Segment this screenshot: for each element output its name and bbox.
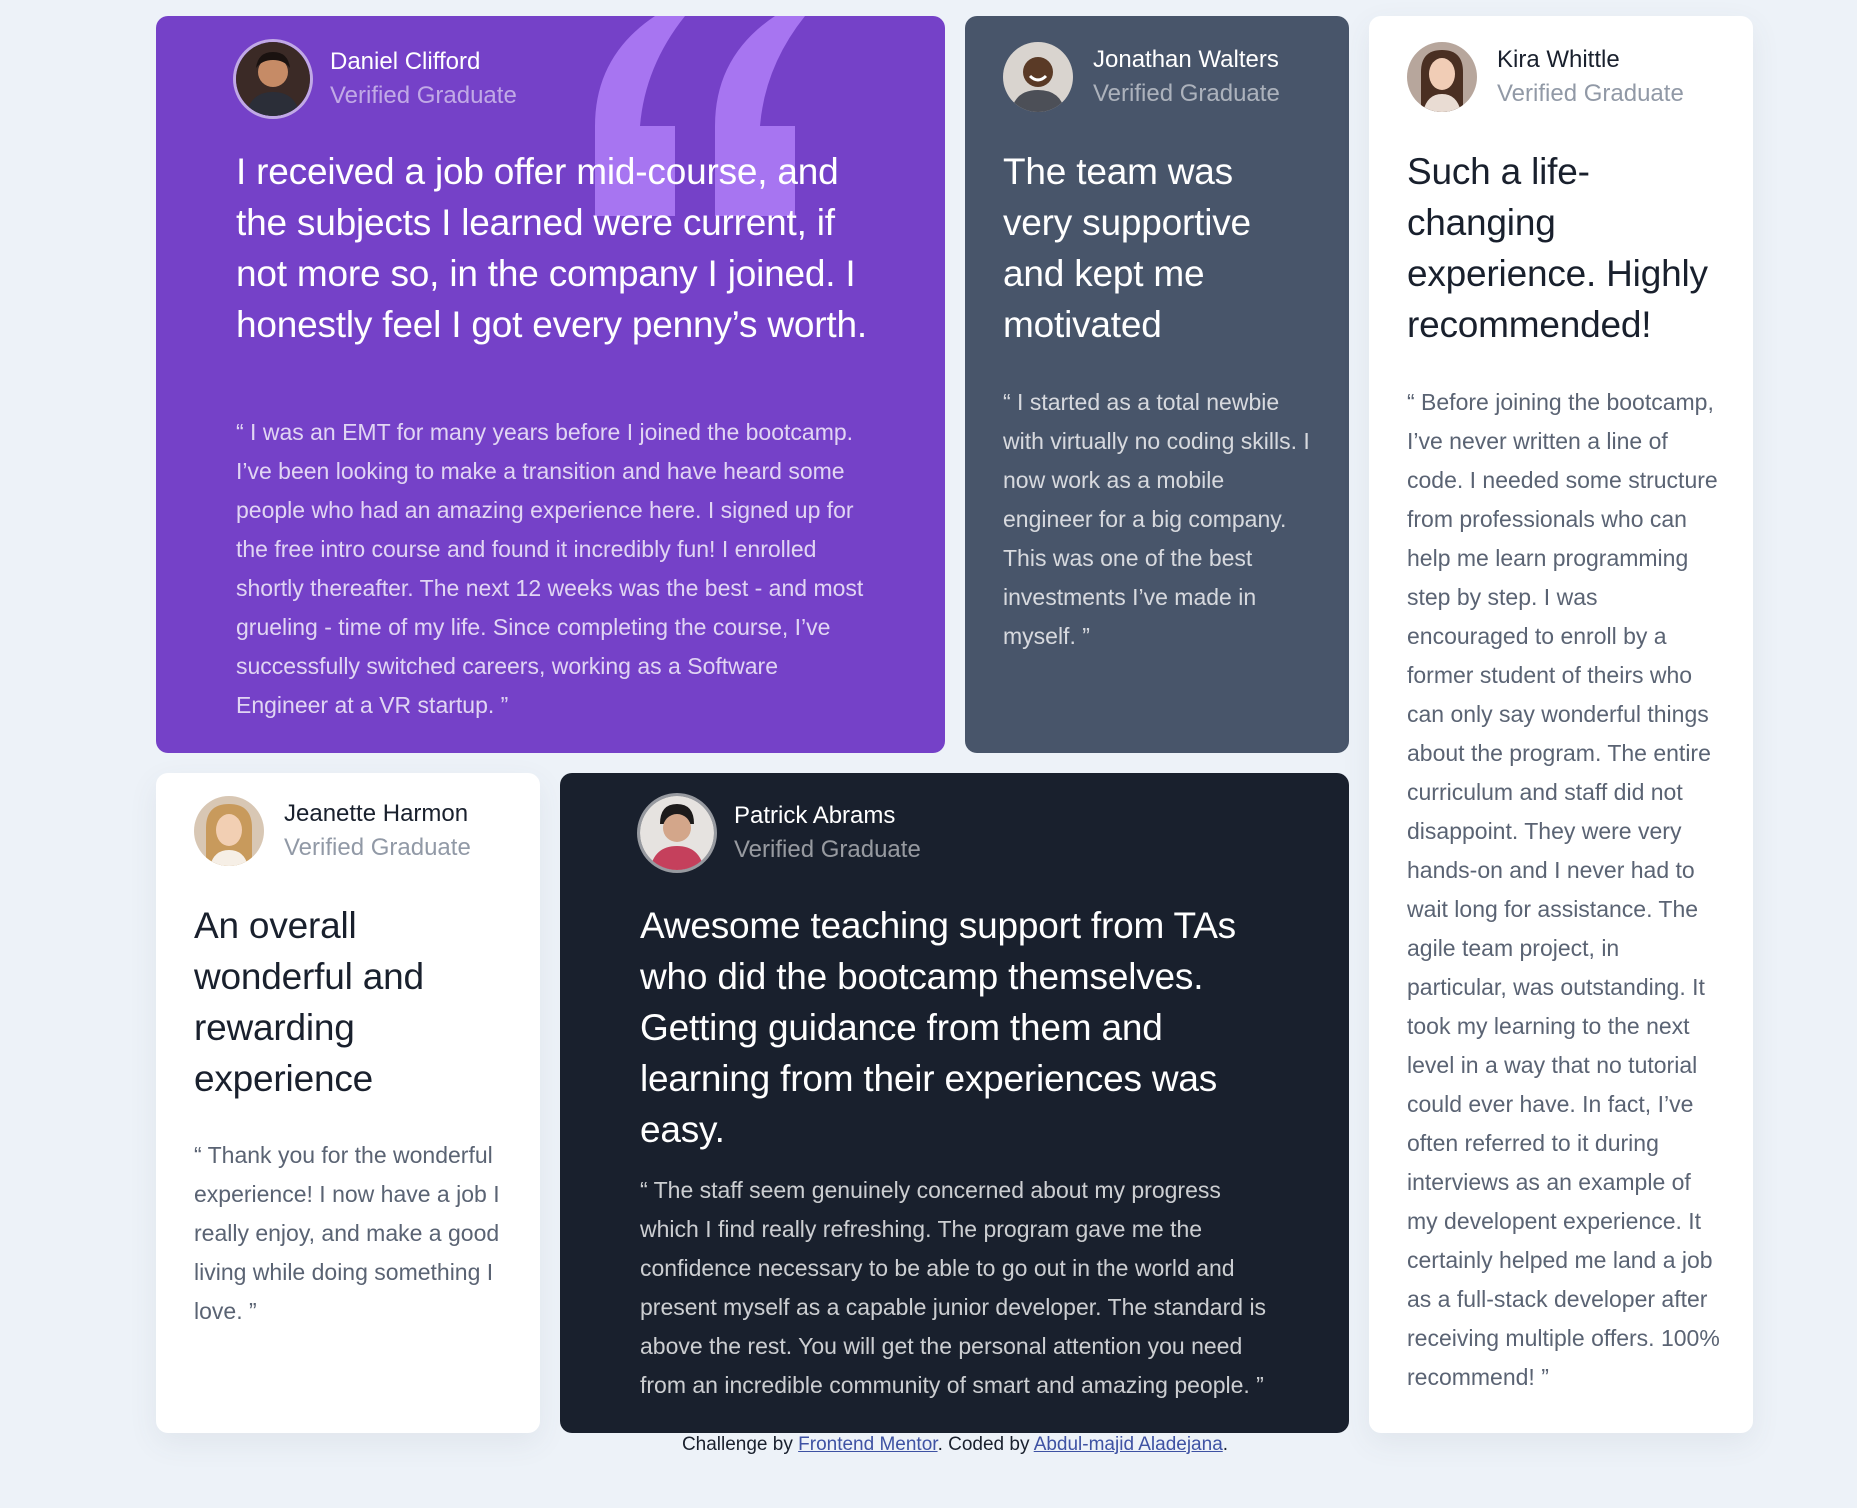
author-header: Kira Whittle Verified Graduate bbox=[1407, 42, 1684, 112]
testimonial-headline: I received a job offer mid-course, and t… bbox=[236, 151, 867, 345]
author-header: Daniel Clifford Verified Graduate bbox=[236, 42, 517, 116]
author-name: Jeanette Harmon bbox=[284, 800, 469, 827]
author-link[interactable]: Abdul-majid Aladejana bbox=[1034, 1434, 1223, 1455]
testimonial-card-patrick: Patrick Abrams Verified Graduate Awesome… bbox=[560, 773, 1349, 1433]
testimonial-headline: An overall wonderful and rewarding exper… bbox=[194, 905, 424, 1099]
author-header: Patrick Abrams Verified Graduate bbox=[640, 796, 921, 870]
avatar bbox=[236, 42, 310, 116]
avatar bbox=[640, 796, 714, 870]
testimonial-body: “ The staff seem genuinely concerned abo… bbox=[640, 1177, 1267, 1398]
avatar bbox=[1003, 42, 1073, 112]
author-role: Verified Graduate bbox=[1093, 80, 1280, 107]
testimonial-card-jonathan: Jonathan Walters Verified Graduate The t… bbox=[965, 16, 1349, 753]
testimonial-card-daniel: Daniel Clifford Verified Graduate I rece… bbox=[156, 16, 945, 753]
testimonial-body: “ Thank you for the wonderful experience… bbox=[194, 1142, 500, 1324]
avatar-patrick-icon bbox=[640, 796, 714, 870]
testimonial-body: “ I started as a total newbie with virtu… bbox=[1003, 389, 1310, 649]
testimonial-headline: The team was very supportive and kept me… bbox=[1003, 151, 1251, 345]
attribution: Challenge by Frontend Mentor. Coded by A… bbox=[0, 1434, 1857, 1456]
author-role: Verified Graduate bbox=[734, 836, 921, 863]
avatar bbox=[194, 796, 264, 866]
testimonial-headline: Such a life-changing experience. Highly … bbox=[1407, 151, 1708, 345]
testimonial-card-jeanette: Jeanette Harmon Verified Graduate An ove… bbox=[156, 773, 540, 1433]
avatar-kira-icon bbox=[1407, 42, 1477, 112]
author-name: Jonathan Walters bbox=[1093, 46, 1279, 73]
author-name: Patrick Abrams bbox=[734, 802, 896, 829]
testimonial-body: “ I was an EMT for many years before I j… bbox=[236, 419, 864, 718]
avatar bbox=[1407, 42, 1477, 112]
frontend-mentor-link[interactable]: Frontend Mentor bbox=[798, 1434, 937, 1455]
attribution-prefix: Challenge by bbox=[681, 1434, 799, 1455]
testimonial-headline: Awesome teaching support from TAs who di… bbox=[640, 905, 1236, 1150]
author-role: Verified Graduate bbox=[284, 834, 471, 861]
author-name: Daniel Clifford bbox=[330, 48, 481, 75]
author-role: Verified Graduate bbox=[330, 82, 517, 109]
author-name: Kira Whittle bbox=[1497, 46, 1620, 73]
attribution-suffix: . bbox=[1222, 1434, 1229, 1455]
author-header: Jonathan Walters Verified Graduate bbox=[1003, 42, 1280, 112]
avatar-daniel-icon bbox=[236, 42, 310, 116]
testimonial-card-kira: Kira Whittle Verified Graduate Such a li… bbox=[1369, 16, 1753, 1433]
attribution-middle: . Coded by bbox=[937, 1434, 1034, 1455]
author-role: Verified Graduate bbox=[1497, 80, 1684, 107]
avatar-jonathan-icon bbox=[1003, 42, 1073, 112]
avatar-jeanette-icon bbox=[194, 796, 264, 866]
testimonial-body: “ Before joining the bootcamp, I’ve neve… bbox=[1407, 389, 1720, 1390]
author-header: Jeanette Harmon Verified Graduate bbox=[194, 796, 471, 866]
